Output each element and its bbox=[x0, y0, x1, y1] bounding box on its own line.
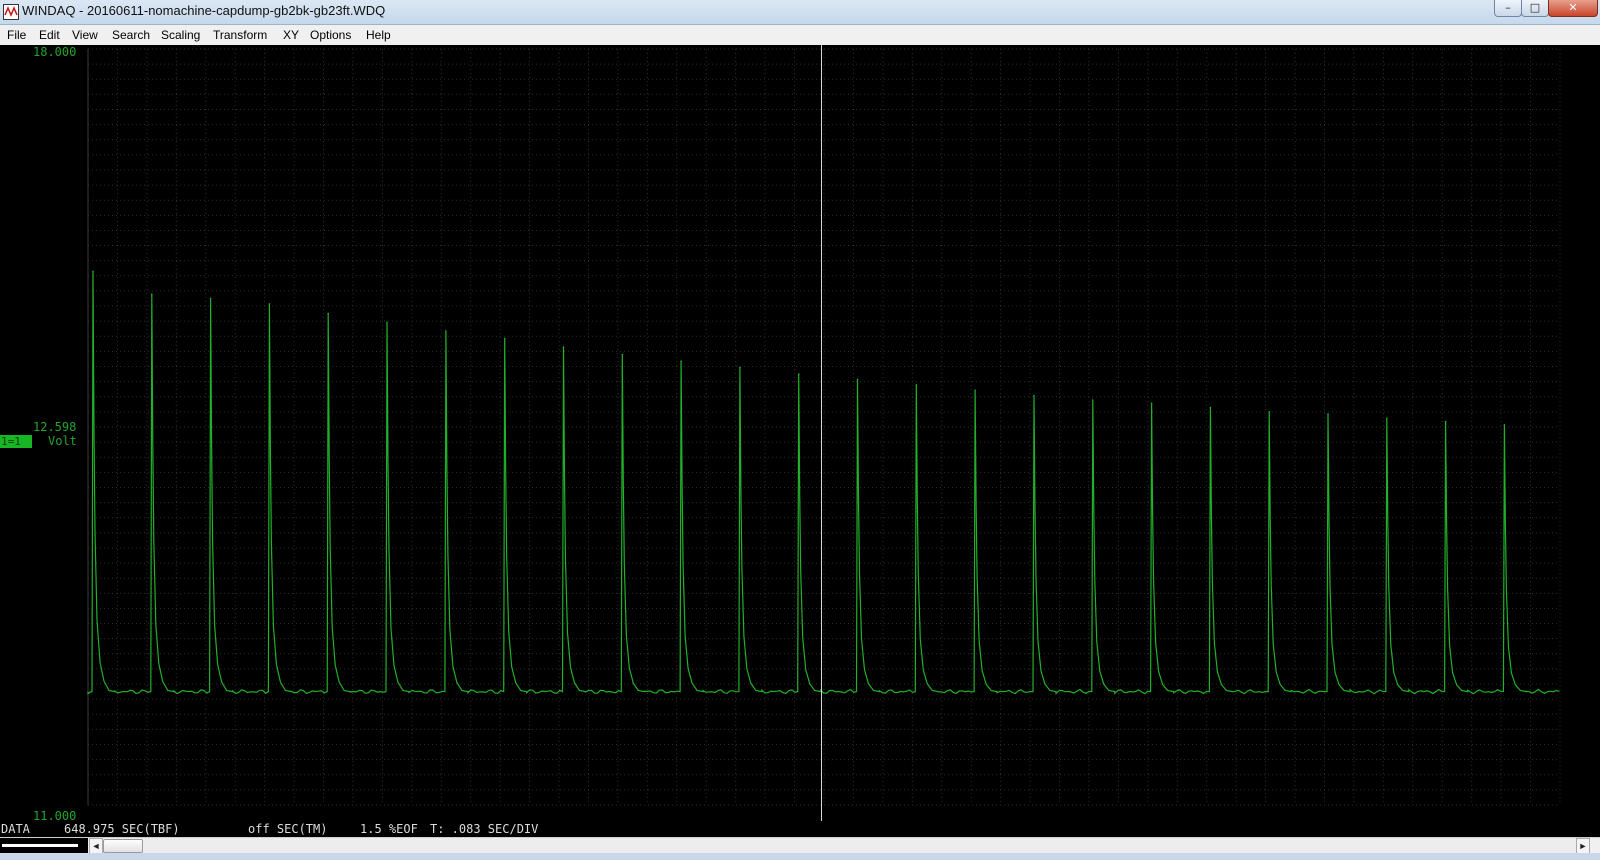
windaq-app-icon[interactable] bbox=[3, 4, 19, 20]
menu-search[interactable]: Search bbox=[110, 25, 152, 45]
time-scroll-row: ◄ ► bbox=[0, 837, 1600, 854]
maximize-button[interactable]: □ bbox=[1521, 0, 1549, 17]
y-max-label: 18.000 bbox=[33, 45, 77, 59]
spike-peak-point bbox=[1268, 411, 1270, 413]
title-bar[interactable]: WINDAQ - 20160611-nomachine-capdump-gb2b… bbox=[0, 0, 1600, 25]
waveform-trace bbox=[87, 271, 1560, 695]
waveform-chart[interactable] bbox=[0, 45, 1600, 821]
spike-peak-point bbox=[1033, 394, 1035, 397]
minimize-button[interactable]: – bbox=[1494, 0, 1522, 17]
channel-badge[interactable]: 1=1 bbox=[0, 435, 32, 448]
scroll-thumb[interactable] bbox=[103, 839, 143, 853]
scroll-right-arrow-icon[interactable]: ► bbox=[1576, 838, 1590, 854]
spike-peak-point bbox=[209, 297, 212, 300]
status-line: DATA 648.975 SEC(TBF) off SEC(TM) 1.5 %E… bbox=[0, 821, 1600, 837]
spike-peak-point bbox=[797, 373, 800, 375]
menu-view[interactable]: View bbox=[70, 25, 100, 45]
windaq-window: WINDAQ - 20160611-nomachine-capdump-gb2b… bbox=[0, 0, 1600, 860]
trace-layer bbox=[87, 270, 1560, 695]
status-mode: DATA bbox=[1, 822, 30, 836]
menu-options[interactable]: Options bbox=[308, 25, 353, 45]
spike-peak-point bbox=[1150, 402, 1153, 405]
menu-transform[interactable]: Transform bbox=[211, 25, 269, 45]
spike-peak-point bbox=[562, 346, 565, 348]
spike-peak-point bbox=[1327, 413, 1329, 415]
chart-grid bbox=[87, 48, 1561, 806]
window-title: WINDAQ - 20160611-nomachine-capdump-gb2b… bbox=[22, 3, 386, 18]
spike-peak-point bbox=[1503, 424, 1506, 426]
spike-peak-point bbox=[1209, 406, 1212, 409]
spike-peak-point bbox=[856, 378, 859, 381]
file-position-fill bbox=[2, 844, 78, 847]
status-time-value: 648.975 SEC(TBF) bbox=[64, 822, 180, 836]
scroll-left-arrow-icon[interactable]: ◄ bbox=[89, 838, 103, 854]
menu-file[interactable]: File bbox=[5, 25, 28, 45]
spike-peak-point bbox=[974, 389, 976, 392]
spike-peak-point bbox=[445, 330, 447, 332]
y-mid-label: 12.598 bbox=[33, 420, 77, 434]
status-marker: off SEC(TM) bbox=[248, 822, 328, 836]
menu-scaling[interactable]: Scaling bbox=[159, 25, 202, 45]
window-frame-bottom bbox=[0, 853, 1600, 860]
spike-peak-point bbox=[503, 337, 506, 340]
spike-peak-point bbox=[739, 366, 741, 369]
scroll-track[interactable] bbox=[103, 838, 1576, 854]
close-button[interactable]: ✕ bbox=[1548, 0, 1598, 17]
spike-peak-point bbox=[621, 353, 624, 356]
menu-edit[interactable]: Edit bbox=[37, 25, 62, 45]
spike-peak-point bbox=[151, 293, 153, 295]
spike-peak-point bbox=[92, 270, 94, 273]
waveform-display[interactable]: 18.000 12.598 1=1 Volt 11.000 bbox=[0, 45, 1600, 823]
unit-label: Volt bbox=[48, 434, 77, 448]
status-eof: 1.5 %EOF bbox=[360, 822, 418, 836]
spike-peak-point bbox=[915, 384, 918, 386]
spike-peak-point bbox=[327, 312, 330, 315]
spike-peak-point bbox=[1386, 417, 1388, 420]
spike-peak-point bbox=[1091, 399, 1094, 401]
menu-bar: File Edit View Search Scaling Transform … bbox=[0, 25, 1600, 46]
spike-peak-point bbox=[1444, 420, 1447, 423]
file-position-indicator bbox=[0, 838, 88, 854]
menu-help[interactable]: Help bbox=[364, 25, 393, 45]
spike-peak-point bbox=[268, 303, 271, 305]
spike-peak-point bbox=[680, 360, 682, 362]
menu-xy[interactable]: XY bbox=[281, 25, 301, 45]
spike-peak-point bbox=[386, 321, 388, 324]
status-timebase: T: .083 SEC/DIV bbox=[430, 822, 539, 836]
